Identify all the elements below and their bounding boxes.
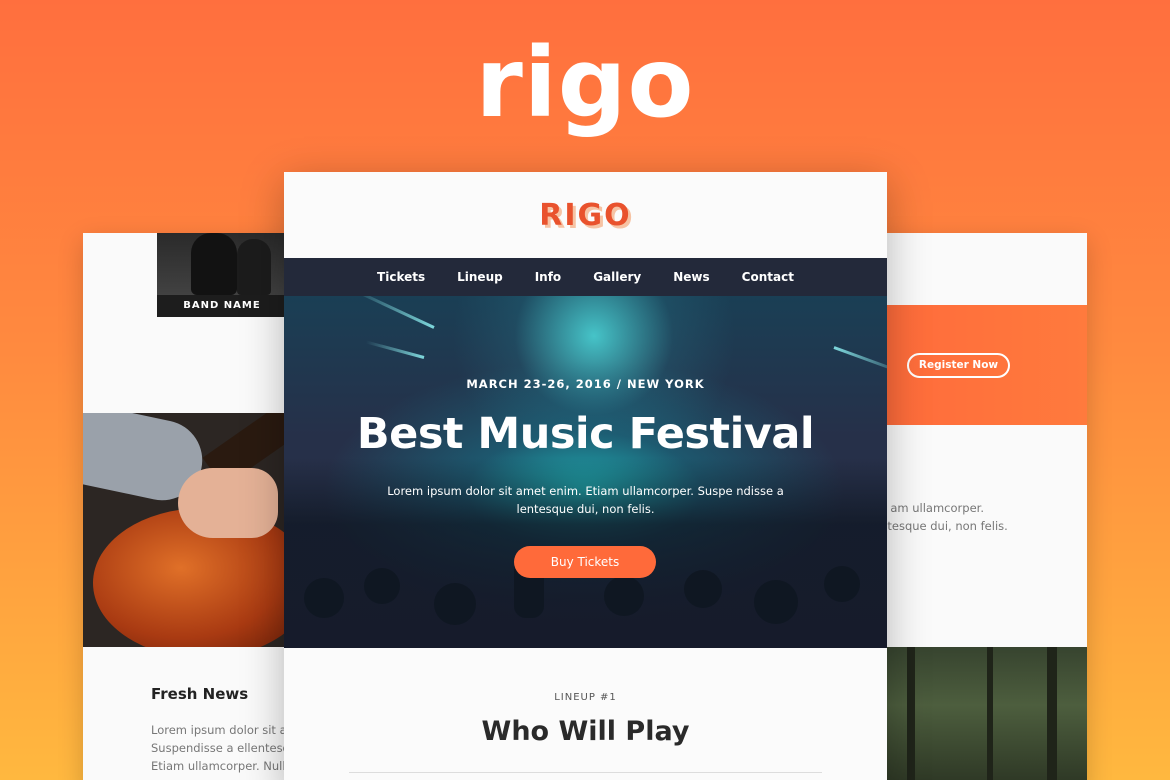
- nav-item-tickets[interactable]: Tickets: [361, 258, 441, 296]
- hero-text: Lorem ipsum dolor sit amet enim. Etiam u…: [387, 484, 784, 516]
- hero-banner: MARCH 23-26, 2016 / NEW YORK Best Music …: [284, 296, 887, 648]
- fresh-news-line: Etiam ullamcorper. Nulla: [151, 759, 293, 773]
- event-date: MARCH 23-26, 2016 / NEW YORK: [466, 377, 705, 391]
- band-photo: BAND NAME: [157, 233, 287, 317]
- fresh-news-title: Fresh News: [151, 685, 249, 703]
- main-email-card: RIGO Tickets Lineup Info Gallery News Co…: [284, 172, 887, 780]
- lineup-tag: LINEUP #1: [554, 692, 617, 703]
- who-will-play-title: Who Will Play: [481, 716, 690, 747]
- hero-title: Best Music Festival: [356, 409, 815, 459]
- right-preview-card: Register Now o sit am ullamcorper. entes…: [877, 233, 1087, 780]
- right-section-text: sit am ullamcorper. entesque dui, non fe…: [877, 499, 1008, 553]
- guitar-photo: [83, 413, 293, 647]
- right-text-line: sit am ullamcorper.: [877, 501, 984, 515]
- band-name-label: BAND NAME: [157, 295, 287, 317]
- fresh-news-line: Suspendisse a ellentesq: [151, 741, 290, 755]
- nav-item-contact[interactable]: Contact: [726, 258, 810, 296]
- nav-item-info[interactable]: Info: [519, 258, 577, 296]
- nav-item-lineup[interactable]: Lineup: [441, 258, 519, 296]
- fresh-news-text: Lorem ipsum dolor sit ar Suspendisse a e…: [151, 721, 293, 775]
- outdoor-photo: [877, 647, 1087, 780]
- brand-wordmark: rigo: [475, 27, 695, 139]
- divider: [349, 772, 822, 773]
- nav-item-gallery[interactable]: Gallery: [577, 258, 657, 296]
- nav-item-news[interactable]: News: [657, 258, 725, 296]
- left-preview-card: BAND NAME Fresh News Lorem ipsum dolor s…: [83, 233, 293, 780]
- right-text-line: entesque dui, non felis.: [877, 519, 1008, 533]
- right-text-line: .: [877, 535, 1008, 553]
- fresh-news-line: Lorem ipsum dolor sit ar: [151, 723, 292, 737]
- buy-tickets-button[interactable]: Buy Tickets: [514, 546, 656, 578]
- main-nav: Tickets Lineup Info Gallery News Contact: [284, 258, 887, 296]
- register-banner: Register Now: [877, 305, 1087, 425]
- rigo-logo: RIGO: [539, 198, 632, 233]
- register-now-button[interactable]: Register Now: [907, 353, 1010, 378]
